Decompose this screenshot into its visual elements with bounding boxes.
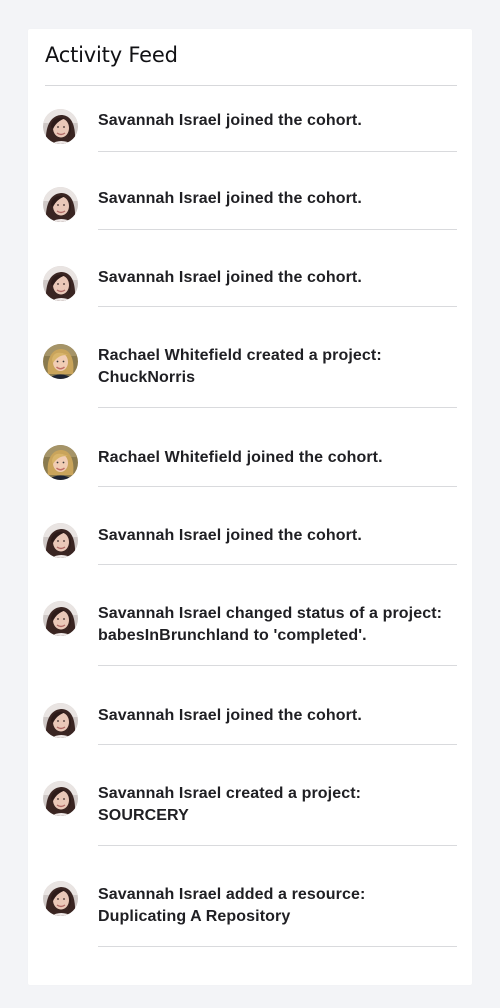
activity-divider xyxy=(98,845,457,846)
savannah-avatar[interactable] xyxy=(43,523,78,558)
activity-line-1: Rachael Whitefield joined the cohort. xyxy=(98,449,383,466)
savannah-avatar[interactable] xyxy=(43,187,78,222)
activity-line-2: SOURCERY xyxy=(98,807,189,824)
activity-text: Savannah Israel changed status of a proj… xyxy=(98,603,458,647)
activity-line-1: Savannah Israel joined the cohort. xyxy=(98,269,362,286)
activity-line-1: Rachael Whitefield created a project: xyxy=(98,347,382,364)
activity-text: Savannah Israel joined the cohort. xyxy=(98,705,458,727)
activity-divider xyxy=(98,229,457,230)
activity-line-2: ChuckNorris xyxy=(98,369,196,386)
activity-text: Rachael Whitefield joined the cohort. xyxy=(98,447,458,469)
savannah-avatar[interactable] xyxy=(43,109,78,144)
activity-line-1: Savannah Israel created a project: xyxy=(98,785,362,802)
activity-divider xyxy=(98,564,457,565)
activity-text: Savannah Israel joined the cohort. xyxy=(98,525,458,547)
activity-divider xyxy=(98,306,457,307)
activity-line-1: Savannah Israel joined the cohort. xyxy=(98,190,362,207)
activity-text: Savannah Israel created a project: SOURCE… xyxy=(98,783,458,827)
rachael-avatar[interactable] xyxy=(43,344,78,379)
activity-divider xyxy=(98,744,457,745)
savannah-avatar[interactable] xyxy=(43,781,78,816)
activity-text: Savannah Israel joined the cohort. xyxy=(98,267,458,289)
activity-line-1: Savannah Israel joined the cohort. xyxy=(98,112,362,129)
activity-text: Savannah Israel added a resource: Duplica… xyxy=(98,884,458,928)
activity-text: Savannah Israel joined the cohort. xyxy=(98,188,458,210)
activity-divider xyxy=(98,486,457,487)
activity-divider xyxy=(98,151,457,152)
rachael-avatar[interactable] xyxy=(43,445,78,480)
activity-text: Savannah Israel joined the cohort. xyxy=(98,110,458,132)
activity-text: Rachael Whitefield created a project: Chu… xyxy=(98,345,458,389)
savannah-avatar[interactable] xyxy=(43,703,78,738)
activity-line-1: Savannah Israel joined the cohort. xyxy=(98,707,362,724)
savannah-avatar[interactable] xyxy=(43,881,78,916)
activity-divider xyxy=(98,665,457,666)
activity-line-1: Savannah Israel changed status of a proj… xyxy=(98,605,443,622)
savannah-avatar[interactable] xyxy=(43,266,78,301)
activity-line-2: babesInBrunchland to 'completed'. xyxy=(98,627,367,644)
activity-divider xyxy=(98,946,457,947)
activity-feed-card: Activity Feed Savannah Israel joined the… xyxy=(28,29,472,985)
activity-line-2: Duplicating A Repository xyxy=(98,908,291,925)
activity-divider xyxy=(98,407,457,408)
savannah-avatar[interactable] xyxy=(43,601,78,636)
activity-line-1: Savannah Israel added a resource: xyxy=(98,886,366,903)
activity-feed-list: Savannah Israel joined the cohort. Savann… xyxy=(28,29,472,985)
activity-line-1: Savannah Israel joined the cohort. xyxy=(98,527,362,544)
